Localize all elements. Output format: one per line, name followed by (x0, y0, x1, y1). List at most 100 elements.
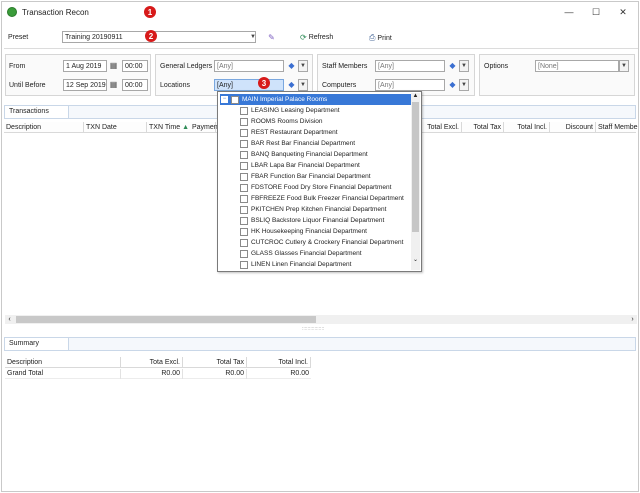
checkbox[interactable] (240, 107, 248, 115)
scroll-up-icon[interactable]: ▲ (411, 93, 420, 101)
location-item-label: BANQ Banqueting Financial Department (251, 151, 368, 158)
checkbox[interactable] (240, 217, 248, 225)
checkbox[interactable] (231, 96, 239, 104)
col-txn-time[interactable]: TXN Time ▲ (147, 122, 190, 133)
print-button[interactable]: ⎙ Print (369, 33, 392, 43)
staff-members-dropdown-button[interactable]: ▼ (459, 60, 469, 72)
preset-select[interactable]: Training 20190911 (62, 31, 256, 43)
checkbox[interactable] (240, 129, 248, 137)
collapse-icon[interactable]: − (221, 96, 228, 103)
list-item[interactable]: CUTCROC Cutlery & Crockery Financial Dep… (218, 237, 412, 248)
col-total-tax[interactable]: Total Tax (462, 122, 504, 133)
list-item[interactable]: FBFREEZE Food Bulk Freezer Financial Dep… (218, 193, 412, 204)
summary-col-total-tax[interactable]: Total Tax (183, 357, 247, 368)
list-item[interactable]: BANQ Banqueting Financial Department (218, 149, 412, 160)
scroll-down-icon[interactable]: ⌄ (411, 256, 420, 264)
tab-transactions[interactable]: Transactions (5, 106, 69, 118)
checkbox[interactable] (240, 118, 248, 126)
checkbox[interactable] (240, 162, 248, 170)
col-discount[interactable]: Discount (550, 122, 596, 133)
eraser-icon[interactable]: ◆ (286, 60, 297, 71)
scroll-right-icon[interactable]: › (628, 315, 637, 324)
list-item[interactable]: GLASS Glasses Financial Department (218, 248, 412, 259)
locations-dropdown-button[interactable]: ▼ (298, 79, 308, 91)
annotation-badge-2: 2 (145, 30, 157, 42)
until-date-field[interactable]: 12 Sep 2019 (63, 79, 107, 91)
location-item-label: ROOMS Rooms Division (251, 118, 323, 125)
checkbox[interactable] (240, 228, 248, 236)
col-total-incl[interactable]: Total Incl. (504, 122, 550, 133)
col-txn-time-label: TXN Time (149, 124, 181, 131)
splitter-grip[interactable]: :::::::::::::::: (302, 326, 324, 332)
calendar-icon[interactable]: ▦ (108, 79, 119, 90)
list-item[interactable]: REST Restaurant Department (218, 127, 412, 138)
from-date-field[interactable]: 1 Aug 2019 (63, 60, 107, 72)
summary-col-total-incl[interactable]: Total Incl. (247, 357, 311, 368)
summary-col-description[interactable]: Description (5, 357, 121, 368)
summary-row-total-incl: R0.00 (290, 370, 309, 377)
eraser-icon[interactable]: ◆ (286, 79, 297, 90)
scroll-left-icon[interactable]: ‹ (5, 315, 14, 324)
list-item[interactable]: BSLIQ Backstore Liquor Financial Departm… (218, 215, 412, 226)
location-root-label: MAIN Imperial Palace Rooms (242, 96, 328, 103)
checkbox[interactable] (240, 195, 248, 203)
location-item-label: PKITCHEN Prep Kitchen Financial Departme… (251, 206, 387, 213)
from-time-field[interactable]: 00:00 (122, 60, 148, 72)
until-time-field[interactable]: 00:00 (122, 79, 148, 91)
transactions-horizontal-scrollbar[interactable]: ‹ › (5, 315, 637, 324)
tab-summary[interactable]: Summary (5, 338, 69, 350)
summary-row-total-excl: R0.00 (121, 369, 183, 379)
col-total-excl[interactable]: Total Excl. (422, 122, 462, 133)
list-item[interactable]: PKITCHEN Prep Kitchen Financial Departme… (218, 204, 412, 215)
annotation-badge-3: 3 (258, 77, 270, 89)
location-item-label: FBFREEZE Food Bulk Freezer Financial Dep… (251, 195, 404, 202)
refresh-button[interactable]: ⟳ Refresh (300, 33, 333, 42)
minimize-button[interactable]: — (558, 4, 580, 20)
checkbox[interactable] (240, 239, 248, 247)
list-item[interactable]: LEASING Leasing Department (218, 105, 412, 116)
print-label: Print (377, 34, 392, 42)
preset-dropdown-chevron-icon[interactable]: ▼ (248, 31, 258, 43)
maximize-button[interactable]: ☐ (585, 4, 607, 20)
computers-field[interactable]: [Any] (375, 79, 445, 91)
list-item[interactable]: ROOMS Rooms Division (218, 116, 412, 127)
list-item[interactable]: FBAR Function Bar Financial Department (218, 171, 412, 182)
checkbox[interactable] (240, 206, 248, 214)
locations-dropdown-popup[interactable]: − MAIN Imperial Palace Rooms LEASING Lea… (217, 91, 422, 272)
locations-label: Locations (160, 82, 190, 89)
checkbox[interactable] (240, 151, 248, 159)
list-item[interactable]: LINEN Linen Financial Department (218, 259, 412, 270)
scroll-thumb[interactable] (412, 102, 419, 232)
staff-members-field[interactable]: [Any] (375, 60, 445, 72)
location-item-label: LBAR Lapa Bar Financial Department (251, 162, 360, 169)
list-item[interactable]: LBAR Lapa Bar Financial Department (218, 160, 412, 171)
table-row[interactable]: Grand Total R0.00 R0.00 R0.00 (5, 369, 311, 379)
location-root-item[interactable]: − MAIN Imperial Palace Rooms (220, 94, 412, 105)
edit-preset-icon[interactable]: ✎ (266, 32, 277, 43)
list-item[interactable]: BAR Rest Bar Financial Department (218, 138, 412, 149)
checkbox[interactable] (240, 184, 248, 192)
summary-col-total-excl[interactable]: Tota Excl. (121, 357, 183, 368)
close-button[interactable]: ✕ (612, 4, 634, 20)
checkbox[interactable] (240, 250, 248, 258)
general-ledgers-dropdown-button[interactable]: ▼ (298, 60, 308, 72)
options-field[interactable]: [None] (535, 60, 619, 72)
col-description[interactable]: Description (4, 122, 84, 133)
col-payment[interactable]: Paymen (190, 122, 218, 133)
col-txn-date[interactable]: TXN Date (84, 122, 147, 133)
location-list-scrollbar[interactable]: ▲ ⌄ (411, 93, 420, 270)
col-staff-member[interactable]: Staff Membe (596, 122, 638, 133)
eraser-icon[interactable]: ◆ (447, 60, 458, 71)
locations-field[interactable]: [Any] (214, 79, 284, 91)
general-ledgers-field[interactable]: [Any] (214, 60, 284, 72)
eraser-icon[interactable]: ◆ (447, 79, 458, 90)
list-item[interactable]: HK Housekeeping Financial Department (218, 226, 412, 237)
list-item[interactable]: FDSTORE Food Dry Store Financial Departm… (218, 182, 412, 193)
checkbox[interactable] (240, 140, 248, 148)
options-dropdown-button[interactable]: ▼ (619, 60, 629, 72)
checkbox[interactable] (240, 261, 248, 269)
checkbox[interactable] (240, 173, 248, 181)
calendar-icon[interactable]: ▦ (108, 60, 119, 71)
computers-dropdown-button[interactable]: ▼ (459, 79, 469, 91)
scroll-thumb[interactable] (16, 316, 316, 323)
